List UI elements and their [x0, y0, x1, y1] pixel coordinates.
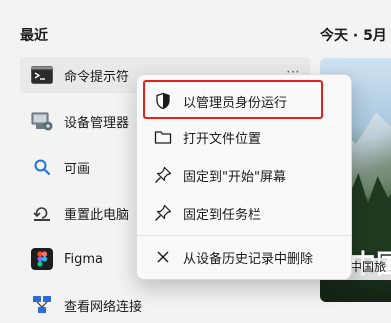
menu-item-label: 打开文件位置 [183, 131, 262, 147]
menu-item-label: 以管理员身份运行 [183, 95, 288, 111]
menu-item-label: 固定到任务栏 [183, 207, 262, 223]
reset-pc-icon [30, 201, 54, 225]
recent-item-label: 命令提示符 [64, 69, 130, 85]
command-prompt-icon [30, 63, 54, 87]
menu-item-label: 从设备历史记录中删除 [183, 251, 314, 267]
menu-item-pin-to-taskbar[interactable]: 固定到任务栏 [143, 195, 345, 231]
recent-item-label: 重置此电脑 [64, 207, 130, 223]
menu-item-label: 固定到"开始"屏幕 [183, 169, 286, 185]
today-section-title: 今天 · 5月 [320, 28, 387, 44]
recent-item-label: 设备管理器 [64, 115, 130, 131]
card-caption: 中国旅 [350, 260, 387, 274]
device-manager-icon [30, 109, 54, 133]
recent-item-label: 可画 [64, 161, 91, 177]
figma-icon [30, 247, 54, 271]
context-menu: 以管理员身份运行 打开文件位置 固定到"开始"屏幕 固定到任务栏 从设备历史记录… [136, 74, 352, 280]
menu-item-open-file-location[interactable]: 打开文件位置 [143, 119, 345, 155]
close-icon [153, 247, 173, 267]
canva-search-icon [30, 155, 54, 179]
folder-icon [153, 127, 173, 147]
recent-item-network[interactable]: 查看网络连接 [20, 287, 310, 323]
pin-icon [153, 203, 173, 223]
menu-divider [137, 235, 351, 236]
menu-item-pin-to-start[interactable]: 固定到"开始"屏幕 [143, 157, 345, 193]
menu-item-run-as-admin[interactable]: 以管理员身份运行 [143, 83, 345, 119]
recent-item-label: Figma [64, 251, 104, 267]
recent-item-label: 查看网络连接 [64, 299, 143, 315]
shield-admin-icon [153, 91, 173, 111]
network-connections-icon [30, 293, 54, 317]
pin-icon [153, 165, 173, 185]
recent-section-title: 最近 [20, 28, 48, 44]
menu-item-remove-from-history[interactable]: 从设备历史记录中删除 [143, 239, 345, 275]
